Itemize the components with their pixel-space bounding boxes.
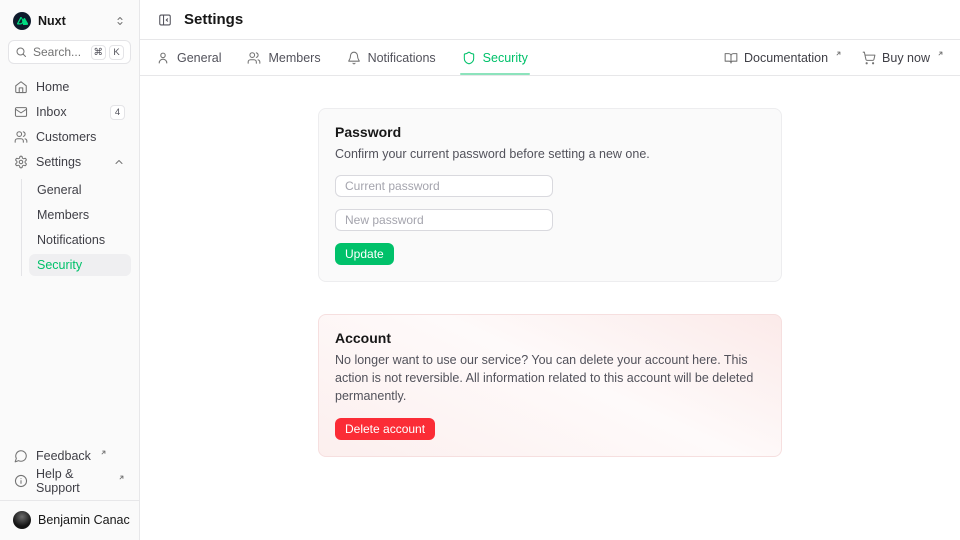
search-shortcut: ⌘ K bbox=[91, 45, 125, 60]
external-link-icon bbox=[118, 474, 125, 481]
sidebar-item-label: Home bbox=[36, 80, 125, 94]
current-password-field[interactable] bbox=[335, 175, 553, 197]
sidebar-item-label: Feedback bbox=[36, 449, 91, 463]
sidebar-item-label: General bbox=[37, 183, 81, 197]
new-password-field[interactable] bbox=[335, 209, 553, 231]
panel-collapse-icon bbox=[158, 13, 172, 27]
info-circle-icon bbox=[14, 474, 28, 488]
external-link-icon bbox=[100, 449, 107, 456]
workspace-name: Nuxt bbox=[38, 14, 66, 28]
password-card: Password Confirm your current password b… bbox=[318, 108, 782, 282]
bell-icon bbox=[347, 51, 361, 65]
search-icon bbox=[15, 46, 27, 58]
action-label: Buy now bbox=[882, 51, 930, 65]
delete-account-button[interactable]: Delete account bbox=[335, 418, 435, 440]
sidebar-item-label: Settings bbox=[36, 155, 105, 169]
tab-bar: General Members Notifications bbox=[140, 40, 960, 76]
content-area: Password Confirm your current password b… bbox=[140, 76, 960, 540]
update-password-button[interactable]: Update bbox=[335, 243, 394, 265]
tab-members[interactable]: Members bbox=[247, 40, 320, 75]
tab-label: Members bbox=[268, 51, 320, 65]
home-icon bbox=[14, 80, 28, 94]
user-name: Benjamin Canac bbox=[38, 513, 130, 527]
sidebar-item-notifications[interactable]: Notifications bbox=[29, 229, 131, 251]
tab-notifications[interactable]: Notifications bbox=[347, 40, 436, 75]
inbox-count-badge: 4 bbox=[110, 105, 125, 120]
sidebar-item-label: Members bbox=[37, 208, 89, 222]
sidebar-item-label: Inbox bbox=[36, 105, 102, 119]
main-panel: Settings General Members bbox=[140, 0, 960, 540]
sidebar: Nuxt Search... ⌘ K Home bbox=[0, 0, 140, 540]
sidebar-divider bbox=[0, 500, 139, 501]
kbd-meta: ⌘ bbox=[91, 45, 107, 60]
workspace-switcher[interactable]: Nuxt bbox=[8, 8, 131, 34]
users-icon bbox=[247, 51, 261, 65]
sidebar-item-members[interactable]: Members bbox=[29, 204, 131, 226]
app-window: Nuxt Search... ⌘ K Home bbox=[0, 0, 960, 540]
search-input[interactable]: Search... ⌘ K bbox=[8, 40, 131, 64]
shield-icon bbox=[462, 51, 476, 65]
kbd-k: K bbox=[109, 45, 124, 60]
avatar bbox=[13, 511, 31, 529]
person-icon bbox=[156, 51, 170, 65]
chevron-up-down-icon bbox=[114, 15, 126, 27]
tab-security[interactable]: Security bbox=[462, 40, 528, 75]
tab-label: Notifications bbox=[368, 51, 436, 65]
tab-label: Security bbox=[483, 51, 528, 65]
sidebar-item-customers[interactable]: Customers bbox=[8, 126, 131, 148]
password-card-description: Confirm your current password before set… bbox=[335, 145, 765, 163]
account-card-title: Account bbox=[335, 330, 765, 346]
users-icon bbox=[14, 130, 28, 144]
sidebar-item-feedback[interactable]: Feedback bbox=[8, 445, 131, 467]
user-menu[interactable]: Benjamin Canac bbox=[8, 508, 131, 532]
password-card-title: Password bbox=[335, 124, 765, 140]
sidebar-item-security[interactable]: Security bbox=[29, 254, 131, 276]
settings-subnav: General Members Notifications Security bbox=[21, 179, 131, 276]
sidebar-item-label: Security bbox=[37, 258, 82, 272]
action-label: Documentation bbox=[744, 51, 828, 65]
sidebar-collapse-button[interactable] bbox=[156, 11, 174, 29]
gear-icon bbox=[14, 155, 28, 169]
page-header: Settings bbox=[140, 0, 960, 40]
tabs: General Members Notifications bbox=[156, 40, 528, 75]
sidebar-nav: Home Inbox 4 Customers Settings bbox=[8, 76, 131, 276]
book-icon bbox=[724, 51, 738, 65]
sidebar-item-label: Notifications bbox=[37, 233, 105, 247]
search-placeholder: Search... bbox=[33, 45, 81, 59]
inbox-icon bbox=[14, 105, 28, 119]
sidebar-item-inbox[interactable]: Inbox 4 bbox=[8, 101, 131, 123]
buy-now-link[interactable]: Buy now bbox=[862, 51, 944, 65]
sidebar-item-home[interactable]: Home bbox=[8, 76, 131, 98]
sidebar-item-general[interactable]: General bbox=[29, 179, 131, 201]
external-link-icon bbox=[937, 50, 944, 57]
sidebar-item-help-support[interactable]: Help & Support bbox=[8, 470, 131, 492]
account-card-description: No longer want to use our service? You c… bbox=[335, 351, 765, 405]
documentation-link[interactable]: Documentation bbox=[724, 51, 842, 65]
chat-bubble-icon bbox=[14, 449, 28, 463]
sidebar-item-settings[interactable]: Settings bbox=[8, 151, 131, 173]
page-title: Settings bbox=[184, 11, 243, 28]
tab-label: General bbox=[177, 51, 221, 65]
nuxt-logo-icon bbox=[13, 12, 31, 30]
sidebar-item-label: Help & Support bbox=[36, 467, 109, 495]
sidebar-spacer bbox=[8, 276, 131, 445]
tab-actions: Documentation Buy now bbox=[724, 40, 944, 75]
account-card: Account No longer want to use our servic… bbox=[318, 314, 782, 456]
tab-general[interactable]: General bbox=[156, 40, 221, 75]
external-link-icon bbox=[835, 50, 842, 57]
sidebar-item-label: Customers bbox=[36, 130, 125, 144]
chevron-up-icon bbox=[113, 156, 125, 168]
sidebar-footer-nav: Feedback Help & Support bbox=[8, 445, 131, 492]
cart-icon bbox=[862, 51, 876, 65]
